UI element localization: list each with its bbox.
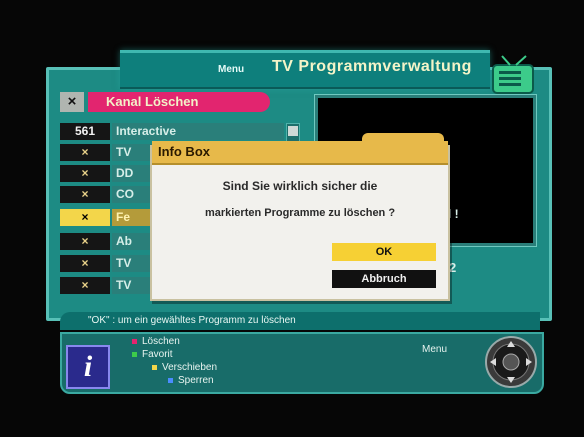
yellow-key-icon [152, 364, 157, 370]
ok-button[interactable]: OK [332, 243, 436, 261]
delete-mark-icon: × [60, 186, 110, 203]
option-move[interactable]: Verschieben [152, 362, 217, 373]
red-key-icon [132, 338, 137, 344]
delete-mode-icon: × [60, 92, 84, 112]
delete-mark-icon: × [60, 277, 110, 294]
tv-screen: Menu TV Programmverwaltung × Kanal Lösch… [0, 0, 584, 437]
delete-mark-icon: × [60, 255, 110, 272]
channel-digit-fragment: 2 [449, 260, 457, 275]
scrollbar-thumb[interactable] [288, 126, 298, 136]
option-label: Verschieben [162, 362, 218, 373]
dialog-message-line-1: Sind Sie wirklich sicher die [222, 179, 378, 193]
channel-list-header: Kanal Löschen [88, 92, 270, 112]
footer-menu-label: Menu [422, 344, 448, 355]
info-icon: i [66, 345, 110, 389]
option-label: Favorit [142, 349, 173, 360]
channel-name: Interactive [112, 123, 284, 140]
cancel-button[interactable]: Abbruch [332, 270, 436, 288]
dialog-header: Info Box [152, 141, 448, 165]
banner-menu-label: Menu [218, 64, 245, 75]
hint-text: "OK" : um ein gewähltes Programm zu lösc… [88, 315, 296, 326]
title-banner: Menu TV Programmverwaltung [120, 50, 490, 89]
blue-key-icon [168, 377, 173, 383]
green-key-icon [132, 351, 137, 357]
delete-mark-icon: × [60, 165, 110, 182]
channel-row[interactable]: 561 Interactive [60, 123, 285, 140]
delete-mark-icon: × [60, 209, 110, 226]
option-favorite[interactable]: Favorit [132, 349, 173, 360]
dialog-message-line-2: markierten Programme zu löschen ? [204, 207, 396, 219]
tv-icon [492, 55, 534, 94]
remote-navigation-icon [485, 336, 537, 388]
option-label: Sperren [178, 375, 214, 386]
confirm-dialog: Info Box Sind Sie wirklich sicher die ma… [150, 133, 450, 301]
option-lock[interactable]: Sperren [168, 375, 214, 386]
option-delete[interactable]: Löschen [132, 336, 180, 347]
option-label: Löschen [142, 336, 180, 347]
hint-bar: "OK" : um ein gewähltes Programm zu lösc… [60, 312, 540, 330]
channel-list-title: Kanal Löschen [106, 94, 199, 109]
channel-number: 561 [60, 123, 110, 140]
page-title: TV Programmverwaltung [272, 58, 472, 75]
dialog-title: Info Box [158, 144, 210, 159]
delete-mark-icon: × [60, 233, 110, 250]
delete-mark-icon: × [60, 144, 110, 161]
